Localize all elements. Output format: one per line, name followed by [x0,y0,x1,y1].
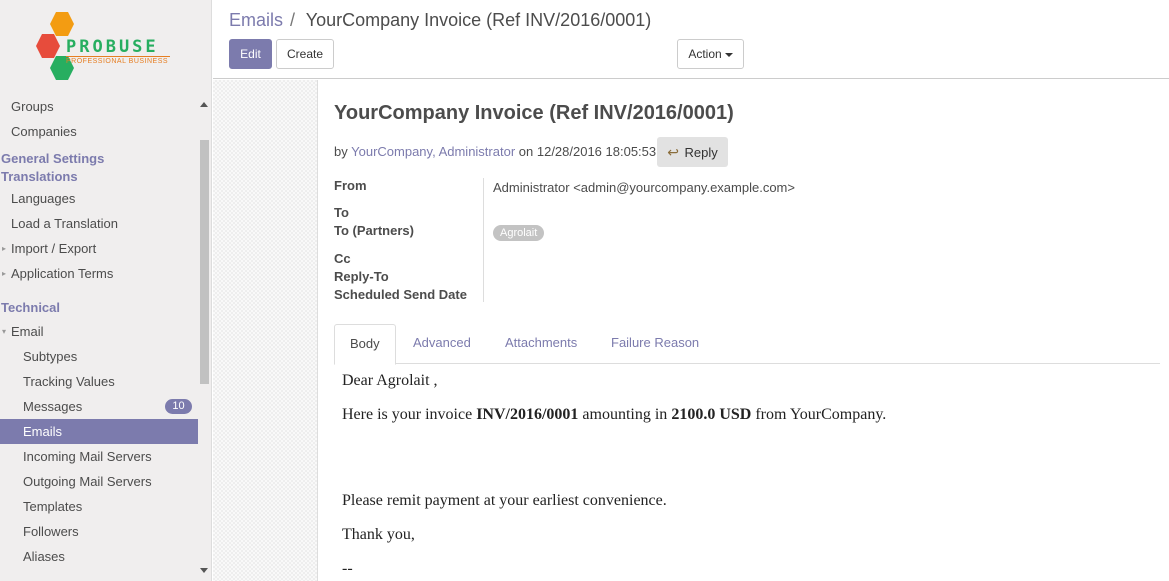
byline-prefix: by [334,144,348,159]
body-text-post: from YourCompany. [751,406,887,423]
sidebar-item-messages[interactable]: Messages 10 [0,394,198,419]
sidebar-item-label: Application Terms [11,266,114,281]
sidebar-item-import-export[interactable]: ▸ Import / Export [0,236,198,261]
body-invoice-number: INV/2016/0001 [476,406,579,423]
email-subject-title: YourCompany Invoice (Ref INV/2016/0001) [334,102,734,124]
sidebar-item-companies[interactable]: Companies [0,119,198,144]
label-to: To [334,205,349,220]
sidebar-item-email[interactable]: ▾ Email [0,319,198,344]
sidebar-item-tracking-values[interactable]: Tracking Values [0,369,198,394]
sidebar-item-application-terms[interactable]: ▸ Application Terms [0,261,198,286]
label-reply-to: Reply-To [334,269,389,284]
breadcrumb-separator: / [290,10,296,30]
company-logo[interactable]: PROBUSE PROFESSIONAL BUSINESS [0,0,211,88]
body-thanks-line: Thank you, [342,526,415,543]
body-text-mid: amounting in [578,406,672,423]
tab-failure-reason[interactable]: Failure Reason [596,324,714,364]
sidebar-item-load-translation[interactable]: Load a Translation [0,211,198,236]
control-panel: Emails / YourCompany Invoice (Ref INV/20… [213,0,1169,79]
sidebar-item-label: Messages [23,399,83,414]
sidebar-menu: Users Groups Companies General Settings … [0,84,198,569]
action-dropdown-button[interactable]: Action [677,39,744,69]
scroll-down-arrow-icon[interactable] [200,568,208,573]
author-link[interactable]: YourCompany, Administrator [351,144,515,159]
sidebar-section-translations[interactable]: Translations [0,168,198,186]
caret-down-icon [724,52,733,57]
sidebar-item-subtypes[interactable]: Subtypes [0,344,198,369]
sidebar-item-label: Email [11,324,44,339]
create-button[interactable]: Create [276,39,334,69]
body-signature-separator: -- [342,560,353,577]
sidebar-section-technical[interactable]: Technical [0,299,198,317]
from-value: Administrator <admin@yourcompany.example… [493,180,795,195]
body-invoice-line: Here is your invoice INV/2016/0001 amoun… [342,406,886,424]
label-scheduled-send-date: Scheduled Send Date [334,287,467,302]
sidebar-item-emails[interactable]: Emails [0,419,198,444]
sidebar-item-followers[interactable]: Followers [0,519,198,544]
email-byline: by YourCompany, Administrator on 12/28/2… [334,144,656,159]
reply-label: Reply [684,145,718,160]
caret-right-icon: ▸ [2,269,7,278]
edit-button[interactable]: Edit [229,39,272,69]
sent-date: on 12/28/2016 18:05:53 [518,144,657,159]
reply-icon: ↩ [667,144,679,160]
tab-body[interactable]: Body [334,324,396,365]
notebook-tabs: Body Advanced Attachments Failure Reason [334,324,1160,365]
action-label: Action [688,47,722,61]
label-to-partners: To (Partners) [334,223,414,238]
logo-hex-orange [50,12,74,36]
body-remit-line: Please remit payment at your earliest co… [342,492,667,509]
tab-attachments[interactable]: Attachments [490,324,592,364]
messages-count-badge: 10 [165,399,192,414]
partner-tag[interactable]: Agrolait [493,225,545,241]
tab-advanced[interactable]: Advanced [398,324,486,364]
sidebar-item-incoming-mail-servers[interactable]: Incoming Mail Servers [0,444,198,469]
logo-hex-red [36,34,60,58]
sidebar-item-label: Import / Export [11,241,97,256]
sidebar-item-aliases[interactable]: Aliases [0,544,198,569]
form-sheet: YourCompany Invoice (Ref INV/2016/0001) … [317,80,1169,581]
reply-button[interactable]: ↩ Reply [657,137,728,167]
logo-tagline: PROFESSIONAL BUSINESS [66,58,169,65]
sidebar-item-languages[interactable]: Languages [0,186,198,211]
scroll-thumb[interactable] [200,140,209,384]
body-amount: 2100.0 USD [671,406,752,423]
sidebar: Users Groups Companies General Settings … [0,0,212,581]
caret-down-icon: ▾ [2,327,7,336]
logo-divider [66,56,170,57]
breadcrumb-current: YourCompany Invoice (Ref INV/2016/0001) [305,10,652,30]
sidebar-item-outgoing-mail-servers[interactable]: Outgoing Mail Servers [0,469,198,494]
caret-right-icon: ▸ [2,244,7,253]
field-separator [483,178,484,302]
logo-name: PROBUSE [66,37,159,57]
breadcrumb: Emails / YourCompany Invoice (Ref INV/20… [229,10,651,31]
label-cc: Cc [334,251,351,266]
scroll-up-arrow-icon[interactable] [200,102,208,107]
label-from: From [334,178,367,193]
body-text-pre: Here is your invoice [342,406,477,423]
sidebar-item-templates[interactable]: Templates [0,494,198,519]
breadcrumb-emails-link[interactable]: Emails [229,10,283,30]
sidebar-scrollbar[interactable] [198,98,211,579]
sidebar-item-groups[interactable]: Groups [0,94,198,119]
sidebar-section-general-settings[interactable]: General Settings [0,150,198,168]
body-greeting: Dear Agrolait , [342,372,438,389]
